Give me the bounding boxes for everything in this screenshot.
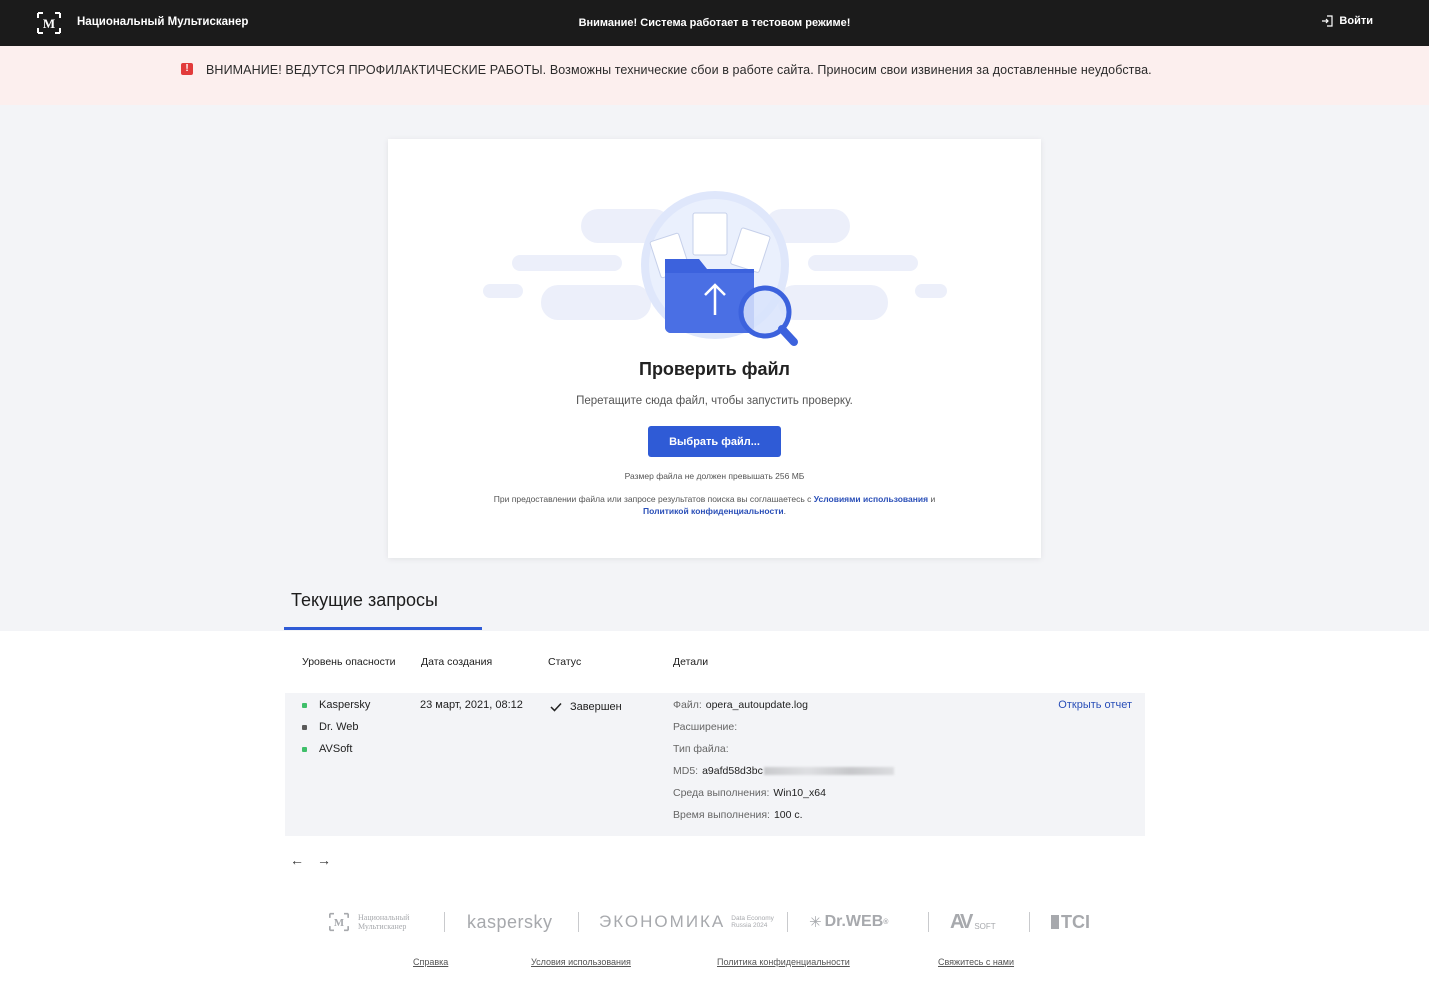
multiscanner-logo-icon: M: [329, 912, 349, 932]
status-text: Завершен: [570, 701, 622, 713]
checkmark-icon: [550, 702, 562, 712]
privacy-policy-link[interactable]: Политикой конфиденциальности: [643, 506, 784, 516]
column-header-status: Статус: [548, 656, 582, 668]
footer-link-terms[interactable]: Условия использования: [531, 957, 631, 967]
engine-result: Kaspersky: [302, 699, 370, 711]
partner-tci-logo[interactable]: TCI: [1051, 907, 1090, 937]
detail-environment: Среда выполнения: Win10_x64: [673, 787, 826, 799]
pager-prev-arrow-icon[interactable]: ←: [290, 852, 304, 868]
detail-file-type: Тип файла:: [673, 743, 729, 755]
maintenance-text: ВНИМАНИЕ! ВЕДУТСЯ ПРОФИЛАКТИЧЕСКИЕ РАБОТ…: [206, 63, 1152, 77]
detail-md5: MD5: a9afd58d3bc: [673, 765, 894, 777]
partner-kaspersky-logo[interactable]: kaspersky: [467, 907, 553, 937]
upload-subtitle: Перетащите сюда файл, чтобы запустить пр…: [576, 395, 853, 407]
footer-link-contact[interactable]: Свяжитесь с нами: [938, 957, 1014, 967]
footer-link-help[interactable]: Справка: [413, 957, 448, 967]
av-mark-icon: AV: [950, 910, 973, 933]
top-bar: M Национальный Мультисканер Внимание! Си…: [0, 0, 1429, 46]
upload-folder-illustration-icon: [483, 191, 947, 346]
requests-tab-indicator: [284, 627, 482, 630]
login-label: Войти: [1339, 15, 1373, 27]
file-size-note: Размер файла не должен превышать 256 МБ: [624, 471, 805, 481]
column-header-created-date: Дата создания: [421, 656, 493, 668]
partner-avsoft-logo[interactable]: AV SOFT: [950, 907, 996, 937]
warning-icon: !: [181, 63, 193, 75]
detail-file: Файл: opera_autoupdate.log: [673, 699, 808, 711]
engine-name: Dr. Web: [319, 721, 359, 733]
tci-mark-icon: [1051, 915, 1059, 929]
footer-link-privacy[interactable]: Политика конфиденциальности: [717, 957, 850, 967]
partner-data-economy-logo[interactable]: ЭКОНОМИКА Data Economy Russia 2024: [599, 907, 774, 937]
md5-redaction: [763, 767, 894, 776]
spider-icon: ✳: [809, 914, 822, 931]
upload-title: Проверить файл: [639, 359, 790, 379]
open-report-link[interactable]: Открыть отчет: [1058, 699, 1132, 711]
column-header-threat-level: Уровень опасности: [302, 656, 396, 668]
engine-result: AVSoft: [302, 743, 352, 755]
md5-hash: a9afd58d3bc: [702, 765, 763, 777]
engine-name: AVSoft: [319, 743, 353, 755]
partner-multiscanner-logo[interactable]: M Национальный Мультисканер: [328, 907, 422, 937]
choose-file-button[interactable]: Выбрать файл...: [648, 426, 781, 457]
current-requests-title: Текущие запросы: [291, 590, 438, 610]
detail-duration: Время выполнения: 100 с.: [673, 809, 803, 821]
file-name: opera_autoupdate.log: [705, 699, 808, 711]
terms-notice: При предоставлении файла или запросе рез…: [493, 494, 936, 516]
maintenance-banner: ! ВНИМАНИЕ! ВЕДУТСЯ ПРОФИЛАКТИЧЕСКИЕ РАБ…: [0, 46, 1429, 105]
svg-text:M: M: [334, 917, 344, 929]
login-button[interactable]: Войти: [1321, 15, 1373, 27]
terms-of-use-link[interactable]: Условиями использования: [814, 494, 928, 504]
engine-status-dot: [302, 702, 307, 708]
engine-name: Kaspersky: [319, 699, 371, 711]
column-header-details: Детали: [673, 656, 709, 668]
upload-dropzone[interactable]: Проверить файл Перетащите сюда файл, что…: [388, 139, 1041, 558]
engine-status-dot: [302, 724, 307, 730]
engine-status-dot: [302, 746, 307, 752]
engine-result: Dr. Web: [302, 721, 359, 733]
partner-logos: M Национальный Мультисканер kaspersky ЭК…: [328, 907, 1103, 937]
login-icon: [1322, 15, 1334, 27]
test-mode-notice: Внимание! Система работает в тестовом ре…: [578, 17, 851, 29]
detail-extension: Расширение:: [673, 721, 738, 733]
table-row: Kaspersky Dr. Web AVSoft 23 март, 2021, …: [285, 693, 1145, 836]
request-status: Завершен: [550, 701, 622, 713]
pager-next-arrow-icon[interactable]: →: [317, 852, 331, 868]
partner-drweb-logo[interactable]: ✳ Dr.WEB ®: [809, 907, 888, 937]
created-date: 23 март, 2021, 08:12: [420, 699, 523, 711]
